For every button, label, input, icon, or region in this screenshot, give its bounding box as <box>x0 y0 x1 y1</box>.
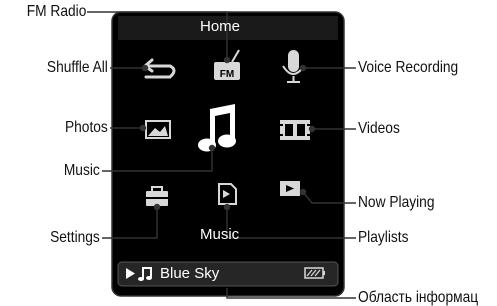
diagram-svg: FM <box>87 11 356 299</box>
now-playing-icon[interactable] <box>280 181 300 196</box>
diagram-stage: FM Home Music Blue Sky FM Radio Shuffle … <box>0 0 497 306</box>
leader-dot-music <box>208 144 216 152</box>
callout-playlists: Playlists <box>358 229 409 246</box>
leader-dot-shuffle <box>141 64 149 72</box>
film-icon[interactable] <box>280 120 310 140</box>
now-playing-track: Blue Sky <box>160 265 220 282</box>
leader-dot-playlists <box>223 203 231 211</box>
callout-shuffle-all: Shuffle All <box>47 59 108 76</box>
leader-dot-settings <box>153 203 161 211</box>
leader-dot-now-playing <box>299 188 307 196</box>
callout-info-area: Область інформац <box>358 289 479 306</box>
callout-voice-recording: Voice Recording <box>358 59 459 76</box>
callout-now-playing: Now Playing <box>358 194 435 211</box>
device-screen <box>111 11 345 297</box>
callout-fm-radio: FM Radio <box>26 3 86 20</box>
svg-text:FM: FM <box>220 69 234 80</box>
screen-title: Home <box>200 18 241 35</box>
highlighted-item-label: Music <box>200 226 240 243</box>
leader-dot-photos <box>139 124 147 132</box>
leader-dot-videos <box>308 125 316 133</box>
leader-dot-voice <box>299 64 307 72</box>
callout-music: Music <box>64 162 100 179</box>
leader-dot-fm-radio <box>223 56 231 64</box>
callout-settings: Settings <box>50 229 100 246</box>
callout-photos: Photos <box>65 119 108 136</box>
callout-videos: Videos <box>358 120 400 137</box>
